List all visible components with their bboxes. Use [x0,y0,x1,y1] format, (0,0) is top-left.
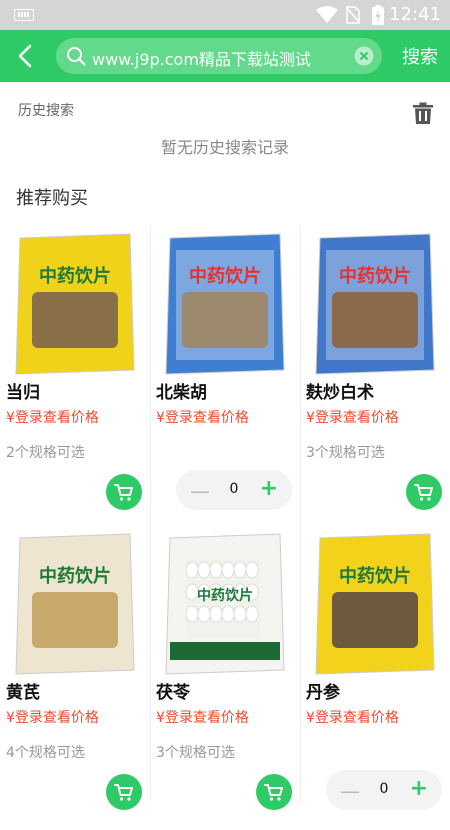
product-price: ¥登录查看价格 [6,410,99,426]
add-to-cart-button[interactable] [106,774,142,810]
product-image[interactable]: 中药饮片 [6,230,144,378]
product-card[interactable]: 中药饮片当归 ¥登录查看价格 2个规格可选 [0,230,150,530]
product-image[interactable]: 中药饮片 [6,530,144,678]
quantity-stepper[interactable]: —0 + [326,770,442,810]
cart-icon [414,484,433,501]
recommend-title: 推荐购买 [16,188,88,209]
cart-icon [114,484,133,501]
product-price: ¥登录查看价格 [306,410,399,426]
add-to-cart-button[interactable] [256,774,292,810]
package-label: 中药饮片 [39,565,111,587]
product-name: 茯苓 [156,683,190,703]
no-sim-icon [346,6,360,24]
product-name: 当归 [6,383,40,403]
wifi-icon [316,6,338,23]
product-specs: 3个规格可选 [156,745,235,761]
add-to-cart-button[interactable] [106,474,142,510]
quantity-stepper[interactable]: —0 + [176,470,292,510]
product-price: ¥登录查看价格 [6,710,99,726]
product-name: 麸炒白术 [306,383,374,403]
search-header: www.j9p.com精品下载站测试 搜索 [0,30,450,82]
product-specs: 2个规格可选 [6,445,85,461]
product-name: 北柴胡 [156,383,207,403]
search-icon [67,47,86,66]
product-name: 黄芪 [6,683,40,703]
increment-button[interactable]: + [260,476,278,501]
clock: 12:41 [389,4,441,25]
package-label: 中药饮片 [189,265,261,287]
product-image[interactable]: 中药饮片 [156,230,294,378]
product-price: ¥登录查看价格 [156,710,249,726]
search-input[interactable]: www.j9p.com精品下载站测试 [56,38,382,74]
search-query-text: www.j9p.com精品下载站测试 [92,50,311,69]
product-card[interactable]: 中药饮片北柴胡 ¥登录查看价格 —0 + [150,230,300,530]
increment-button[interactable]: + [410,776,428,801]
product-image[interactable]: 中药饮片 [306,230,444,378]
trash-icon[interactable] [413,102,433,124]
product-price: ¥登录查看价格 [306,710,399,726]
product-image[interactable]: 中药饮片 [306,530,444,678]
product-specs: 4个规格可选 [6,745,85,761]
product-card[interactable]: 中药饮片黄芪 ¥登录查看价格 4个规格可选 [0,530,150,830]
package-label: 中药饮片 [39,265,111,287]
add-to-cart-button[interactable] [406,474,442,510]
product-card[interactable]: 中药饮片丹参 ¥登录查看价格 —0 + [300,530,450,830]
cart-icon [264,784,283,801]
package-label: 中药饮片 [197,587,253,604]
product-card[interactable]: 中药饮片麸炒白术 ¥登录查看价格 3个规格可选 [300,230,450,530]
product-name: 丹参 [306,683,340,703]
keyboard-icon [14,9,34,21]
back-arrow-icon[interactable] [12,42,40,70]
history-empty-text: 暂无历史搜索记录 [160,138,289,157]
product-card[interactable]: 中药饮片茯苓 ¥登录查看价格 3个规格可选 [150,530,300,830]
clear-icon[interactable] [354,46,374,66]
history-title: 历史搜索 [18,103,74,119]
product-specs: 3个规格可选 [306,445,385,461]
product-image[interactable]: 中药饮片 [156,530,294,678]
battery-icon [372,5,384,25]
package-label: 中药饮片 [339,565,411,587]
status-bar: 12:41 [0,0,450,30]
cart-icon [114,784,133,801]
product-price: ¥登录查看价格 [156,410,249,426]
search-button[interactable]: 搜索 [402,43,438,69]
package-label: 中药饮片 [339,265,411,287]
